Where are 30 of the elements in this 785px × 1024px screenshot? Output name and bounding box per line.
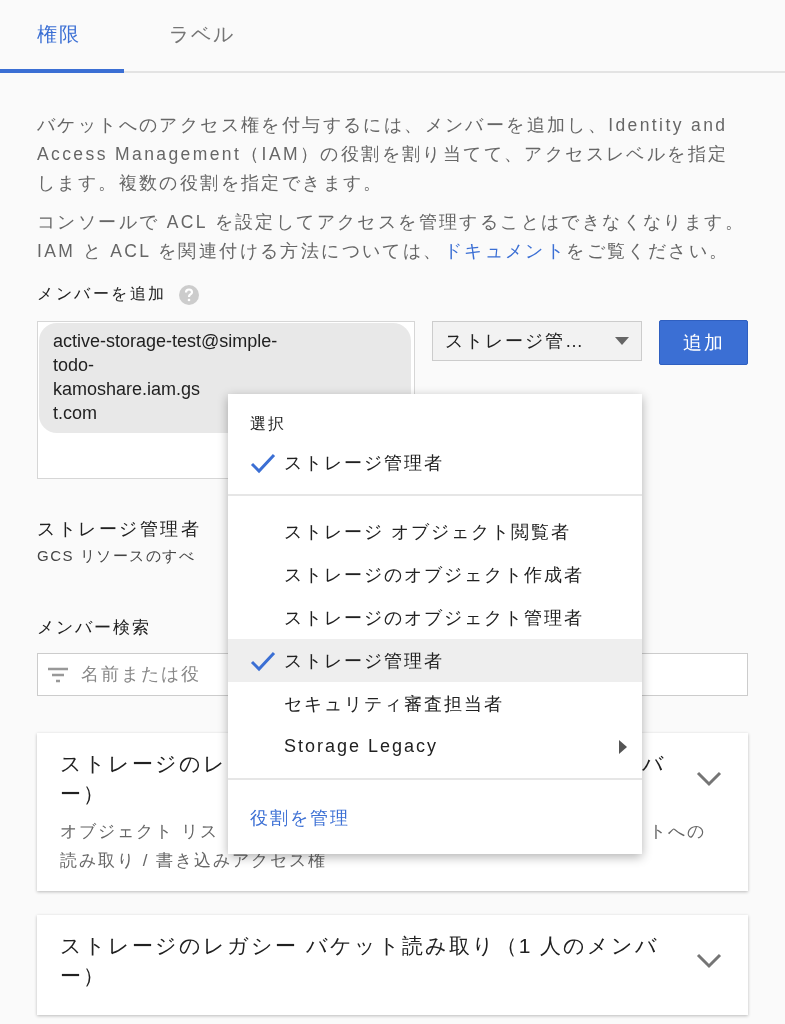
menu-item[interactable]: ストレージ オブジェクト閲覧者 bbox=[228, 510, 642, 553]
role-select[interactable]: ストレージ管… bbox=[432, 321, 642, 361]
documentation-link[interactable]: ドキュメント bbox=[443, 241, 567, 261]
chevron-down-icon[interactable] bbox=[696, 953, 722, 969]
intro-paragraph: バケットへのアクセス権を付与するには、メンバーを追加し、Identity and Access Management（IAM）の役割を割り当てて、アクセスレベルを指定します。複数の役割を指定できます。 bbox=[37, 114, 730, 195]
card-title: バ bbox=[642, 751, 666, 777]
card-description: トへの bbox=[649, 821, 706, 843]
menu-item[interactable]: Storage Legacy bbox=[228, 725, 642, 768]
menu-item[interactable]: ストレージ管理者 bbox=[228, 639, 642, 682]
chevron-down-icon[interactable] bbox=[696, 771, 722, 787]
dropdown-arrow-icon bbox=[615, 337, 629, 345]
card-description: オブジェクト リス bbox=[60, 821, 219, 843]
add-button[interactable]: 追加 bbox=[659, 320, 748, 365]
menu-header: 選択 bbox=[250, 415, 286, 432]
role-title: ストレージ管理者 bbox=[37, 518, 201, 541]
manage-roles-link[interactable]: 役割を管理 bbox=[250, 808, 350, 828]
tab[interactable]: ラベル bbox=[124, 0, 248, 73]
menu-item[interactable]: ストレージのオブジェクト作成者 bbox=[228, 553, 642, 596]
menu-item[interactable]: セキュリティ審査担当者 bbox=[228, 682, 642, 725]
card-title: ストレージのレガシー バケット読み取り（1 人のメンバー） bbox=[60, 933, 661, 989]
tab[interactable]: 権限 bbox=[0, 0, 124, 73]
card-title: ストレージのレ bbox=[60, 751, 227, 777]
role-description: GCS リソースのすべ bbox=[37, 547, 196, 566]
member-search-label: メンバー検索 bbox=[37, 617, 151, 639]
add-member-label: メンバーを追加 bbox=[37, 284, 167, 304]
menu-item[interactable]: ストレージのオブジェクト管理者 bbox=[228, 596, 642, 639]
check-icon bbox=[250, 649, 276, 672]
notice-paragraph: コンソールで ACL を設定してアクセスを管理することはできなくなります。IAM と ACL を関連付ける方法については、ドキュメント をご覧ください。 bbox=[37, 211, 746, 263]
check-icon bbox=[250, 451, 276, 474]
card-title: ー） bbox=[60, 781, 106, 807]
